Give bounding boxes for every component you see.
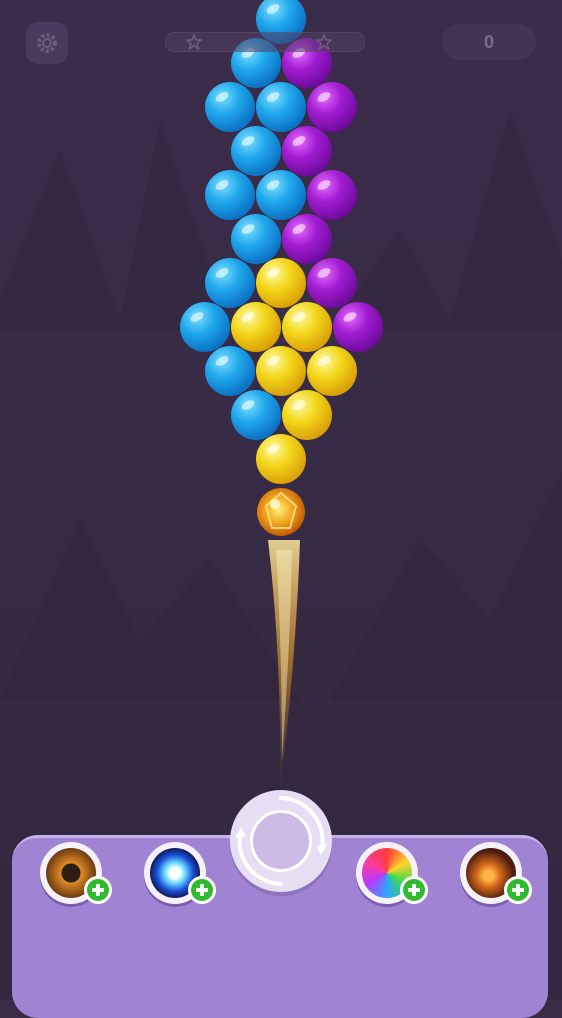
blue-bubble [231, 214, 281, 264]
purple-bubble [333, 302, 383, 352]
bomb-booster-button[interactable] [40, 842, 112, 904]
blue-bubble [205, 170, 255, 220]
blue-bubble [205, 82, 255, 132]
purple-bubble [282, 214, 332, 264]
plus-icon[interactable] [504, 876, 532, 904]
blue-bubble [180, 302, 230, 352]
yellow-bubble [282, 390, 332, 440]
blue-bubble [231, 126, 281, 176]
purple-bubble [307, 170, 357, 220]
yellow-bubble [231, 302, 281, 352]
yellow-bubble [282, 302, 332, 352]
purple-bubble [307, 82, 357, 132]
blue-bubble [205, 346, 255, 396]
blue-bubble [256, 170, 306, 220]
swap-arrows-icon[interactable] [230, 790, 332, 892]
yellow-bubble [307, 346, 357, 396]
plus-icon[interactable] [188, 876, 216, 904]
top-bar: 0 [0, 0, 562, 80]
plus-icon[interactable] [400, 876, 428, 904]
rainbow-booster-button[interactable] [356, 842, 428, 904]
fireball-projectile [257, 488, 305, 536]
score-value: 0 [483, 31, 494, 52]
score-box: 0 [442, 24, 536, 60]
blue-bubble [256, 82, 306, 132]
fireball-booster-button[interactable] [460, 842, 532, 904]
yellow-bubble [256, 258, 306, 308]
blue-bubble [205, 258, 255, 308]
blue-bubble [231, 390, 281, 440]
purple-bubble [307, 258, 357, 308]
progress-bar [165, 32, 365, 52]
settings-button[interactable] [26, 22, 68, 64]
lightning-booster-button[interactable] [144, 842, 216, 904]
yellow-bubble [256, 434, 306, 484]
yellow-bubble [256, 346, 306, 396]
star-icon [186, 34, 202, 50]
purple-bubble [282, 126, 332, 176]
plus-icon[interactable] [84, 876, 112, 904]
star-icon [316, 34, 332, 50]
gear-icon [37, 33, 57, 53]
